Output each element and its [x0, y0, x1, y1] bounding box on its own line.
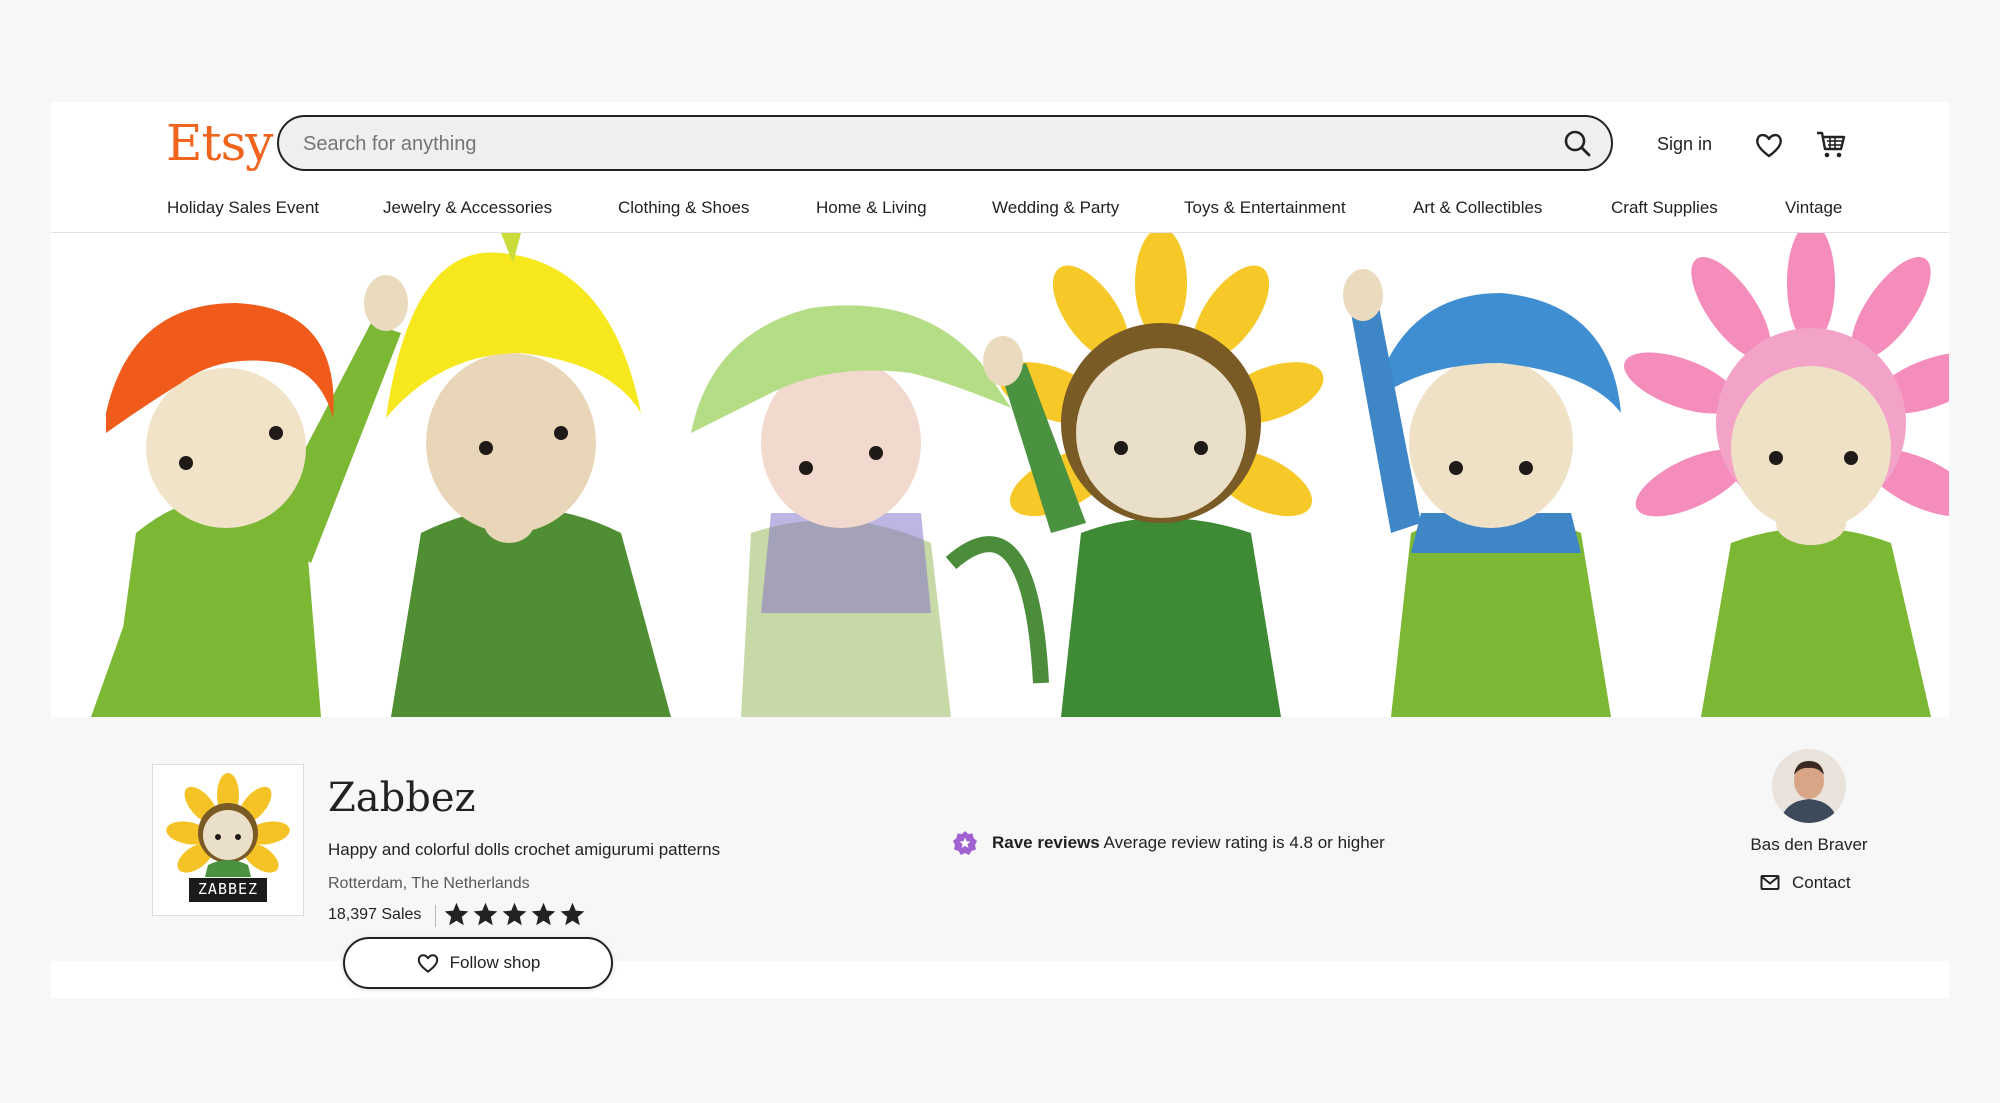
sign-in-link[interactable]: Sign in — [1657, 134, 1712, 155]
nav-jewelry-accessories[interactable]: Jewelry & Accessories — [383, 198, 552, 218]
search-icon[interactable] — [1559, 125, 1597, 163]
search-bar — [277, 115, 1613, 171]
star-icon — [560, 902, 585, 926]
rave-reviews-badge-icon — [953, 831, 977, 855]
nav-craft-supplies[interactable]: Craft Supplies — [1611, 198, 1718, 218]
nav-wedding-party[interactable]: Wedding & Party — [992, 198, 1119, 218]
doll-pink — [1624, 233, 1949, 717]
star-icon — [473, 902, 498, 926]
shop-banner-image — [51, 233, 1949, 717]
star-icon — [531, 902, 556, 926]
star-icon — [502, 902, 527, 926]
page: Etsy Sign in Holiday Sales Event Jewelry… — [51, 102, 1949, 998]
rave-reviews-title: Rave reviews — [992, 833, 1100, 852]
cart-icon[interactable] — [1814, 127, 1848, 161]
owner-avatar[interactable] — [1772, 749, 1846, 823]
shop-info-section: ZABBEZ Zabbez Happy and colorful dolls c… — [51, 717, 1949, 989]
shop-tagline: Happy and colorful dolls crochet amiguru… — [328, 840, 721, 859]
shop-location: Rotterdam, The Netherlands — [328, 875, 530, 892]
nav-vintage[interactable]: Vintage — [1785, 198, 1842, 218]
favorites-heart-icon[interactable] — [1754, 130, 1784, 160]
nav-holiday-sales-event[interactable]: Holiday Sales Event — [167, 198, 319, 218]
nav-art-collectibles[interactable]: Art & Collectibles — [1413, 198, 1542, 218]
crochet-dolls-illustration — [91, 233, 1949, 717]
shop-name: Zabbez — [328, 775, 476, 821]
rave-reviews-badge: Rave reviews Average review rating is 4.… — [952, 830, 1385, 856]
owner-photo — [1772, 749, 1846, 823]
shop-logo-text: ZABBEZ — [197, 880, 259, 898]
heart-icon — [417, 954, 438, 973]
search-input[interactable] — [301, 117, 1505, 171]
sales-count: 18,397 Sales — [328, 906, 422, 923]
nav-home-living[interactable]: Home & Living — [816, 198, 927, 218]
category-nav: Holiday Sales Event Jewelry & Accessorie… — [51, 192, 1949, 233]
owner-name: Bas den Braver — [1750, 835, 1868, 854]
contact-label: Contact — [1792, 873, 1851, 892]
rave-reviews-description: Average review rating is 4.8 or higher — [1103, 833, 1385, 852]
shop-logo[interactable]: ZABBEZ — [152, 764, 304, 916]
doll-yellow — [386, 233, 671, 717]
contact-button[interactable]: Contact — [1760, 873, 1851, 893]
doll-blue — [1343, 269, 1621, 717]
nav-toys-entertainment[interactable]: Toys & Entertainment — [1184, 198, 1346, 218]
follow-shop-button[interactable]: Follow shop — [343, 937, 613, 989]
star-icon — [444, 902, 469, 926]
mail-icon — [1760, 875, 1780, 890]
etsy-logo[interactable]: Etsy — [166, 114, 273, 172]
nav-clothing-shoes[interactable]: Clothing & Shoes — [618, 198, 749, 218]
follow-shop-label: Follow shop — [449, 953, 541, 972]
divider — [435, 905, 436, 927]
doll-red — [91, 275, 408, 717]
rating-stars[interactable] — [443, 901, 586, 928]
